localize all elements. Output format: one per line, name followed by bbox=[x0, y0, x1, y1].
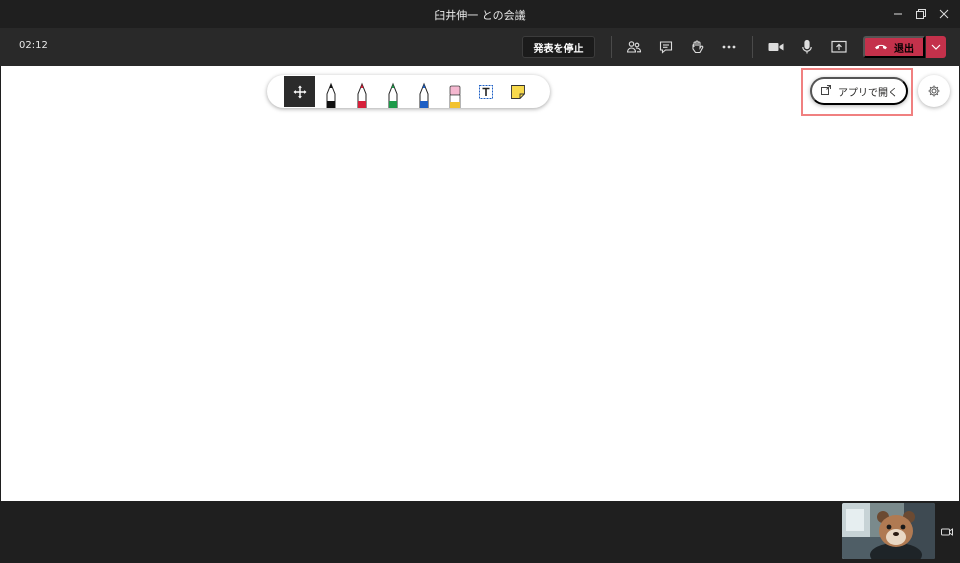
meeting-timer: 02:12 bbox=[19, 40, 48, 51]
close-icon[interactable] bbox=[933, 4, 955, 24]
hang-up-icon bbox=[874, 41, 888, 54]
leave-button[interactable]: 退出 bbox=[863, 36, 925, 58]
whiteboard-ink-toolbar bbox=[267, 75, 550, 108]
red-pen-icon[interactable] bbox=[346, 75, 377, 108]
black-pen-icon[interactable] bbox=[315, 75, 346, 108]
stop-presenting-button[interactable]: 発表を停止 bbox=[522, 36, 595, 58]
toolbar-divider bbox=[752, 36, 753, 58]
toolbar-divider bbox=[611, 36, 612, 58]
window-title: 臼井伸一 との会議 bbox=[434, 9, 526, 22]
move-tool-icon[interactable] bbox=[284, 76, 315, 107]
sticky-note-icon[interactable] bbox=[502, 75, 533, 108]
open-external-icon bbox=[820, 84, 832, 99]
bottom-panel bbox=[0, 501, 960, 563]
text-box-icon[interactable] bbox=[470, 75, 501, 108]
whiteboard-settings-gear-icon[interactable] bbox=[918, 75, 950, 107]
more-options-icon[interactable] bbox=[719, 37, 739, 57]
participants-icon[interactable] bbox=[624, 37, 644, 57]
title-bar: 臼井伸一 との会議 bbox=[0, 0, 960, 28]
chat-icon[interactable] bbox=[656, 37, 676, 57]
raise-hand-icon[interactable] bbox=[687, 37, 707, 57]
self-video-thumbnail[interactable] bbox=[842, 503, 935, 559]
open-in-app-label: アプリで開く bbox=[838, 87, 898, 99]
whiteboard-canvas[interactable] bbox=[1, 66, 959, 501]
eraser-icon[interactable] bbox=[439, 75, 470, 108]
green-pen-icon[interactable] bbox=[377, 75, 408, 108]
open-in-app-button[interactable]: アプリで開く bbox=[810, 77, 908, 105]
camera-icon[interactable] bbox=[766, 37, 786, 57]
restore-icon[interactable] bbox=[910, 4, 932, 24]
video-toggle-icon[interactable] bbox=[939, 524, 955, 540]
leave-options-chevron-down-icon[interactable] bbox=[926, 36, 946, 58]
microphone-icon[interactable] bbox=[797, 37, 817, 57]
minimize-icon[interactable] bbox=[887, 4, 909, 24]
leave-label: 退出 bbox=[894, 43, 914, 55]
share-screen-icon[interactable] bbox=[829, 37, 849, 57]
meeting-toolbar: 02:12 発表を停止 退出 bbox=[0, 28, 960, 66]
blue-pen-icon[interactable] bbox=[408, 75, 439, 108]
